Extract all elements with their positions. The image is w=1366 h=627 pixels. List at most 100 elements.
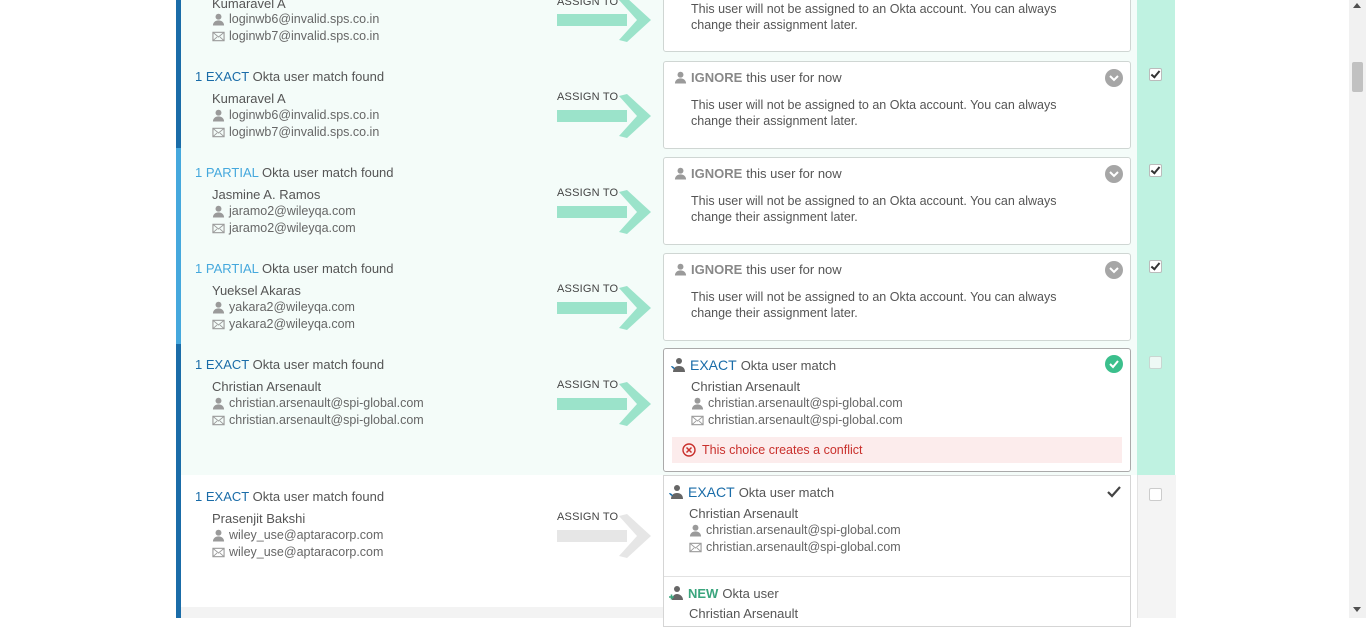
username-text: wiley_use@aptaracorp.com (229, 528, 384, 542)
ignore-description: This user will not be assigned to an Okt… (691, 98, 1057, 128)
envelope-icon (212, 318, 225, 331)
match-headline: 1 PARTIAL Okta user match found (195, 261, 394, 276)
ignore-keyword: IGNORE (691, 166, 743, 181)
username-text: yakara2@wileyqa.com (229, 300, 355, 314)
option-title: NEW Okta user (668, 585, 779, 601)
email-text: loginwb7@invalid.sps.co.in (229, 125, 380, 139)
match-headline: 1 EXACT Okta user match found (195, 357, 384, 372)
assignment-dropdown[interactable]: IGNORE this user for now This user will … (663, 61, 1131, 149)
match-type: EXACT (205, 357, 249, 372)
list-item: Kumaravel A loginwb6@invalid.sps.co.in l… (181, 0, 1141, 52)
arrow-right-icon (557, 94, 653, 138)
option-title-text: Okta user (722, 585, 779, 601)
assignment-dropdown-menu[interactable]: EXACT Okta user match Christian Arsenaul… (663, 475, 1131, 627)
email-line: loginwb7@invalid.sps.co.in (212, 125, 379, 139)
ignore-description: This user will not be assigned to an Okt… (691, 194, 1057, 224)
option-user-name: Christian Arsenault (689, 606, 799, 621)
match-count: 1 (195, 357, 203, 372)
match-suffix: Okta user match found (262, 165, 394, 180)
scroll-down-icon[interactable] (1353, 607, 1361, 612)
user-name: Yueksel Akaras (212, 283, 301, 298)
match-count: 1 (195, 489, 203, 504)
match-type: PARTIAL (205, 165, 259, 180)
dropdown-option-new[interactable]: NEW Okta user Christian Arsenault (664, 576, 1130, 626)
username-line: loginwb6@invalid.sps.co.in (212, 12, 379, 26)
card-email-text: christian.arsenault@spi-global.com (708, 413, 903, 427)
envelope-icon (212, 546, 225, 559)
user-name: Prasenjit Bakshi (212, 511, 306, 526)
assignment-dropdown[interactable]: This user will not be assigned to an Okt… (663, 0, 1131, 52)
match-type: EXACT (205, 489, 249, 504)
user-icon (689, 524, 702, 537)
username-text: christian.arsenault@spi-global.com (229, 396, 424, 410)
scroll-up-icon[interactable] (1353, 3, 1361, 8)
card-title: EXACT Okta user match (670, 357, 836, 373)
envelope-icon (212, 30, 225, 43)
user-icon (212, 109, 225, 122)
arrow-right-icon (557, 382, 653, 426)
email-text: yakara2@wileyqa.com (229, 317, 355, 331)
option-user-name: Christian Arsenault (689, 506, 799, 521)
option-title-text: Okta user match (738, 484, 835, 500)
arrow-right-icon (557, 514, 653, 558)
dropdown-option-exact[interactable]: EXACT Okta user match Christian Arsenaul… (664, 476, 1130, 577)
card-username-line: christian.arsenault@spi-global.com (691, 396, 903, 410)
match-suffix: Okta user match found (252, 357, 385, 372)
assign-checkbox[interactable] (1149, 164, 1162, 177)
user-icon (212, 301, 225, 314)
option-email-line: christian.arsenault@spi-global.com (689, 540, 901, 554)
okta-user-icon (671, 358, 685, 372)
match-count: 1 (195, 165, 203, 180)
email-text: jaramo2@wileyqa.com (229, 221, 356, 235)
user-icon (674, 263, 687, 276)
ignore-description: This user will not be assigned to an Okt… (691, 290, 1057, 320)
match-suffix: Okta user match found (262, 261, 394, 276)
username-line: christian.arsenault@spi-global.com (212, 396, 424, 410)
match-count: 1 (195, 69, 203, 84)
card-user-name: Christian Arsenault (691, 379, 801, 394)
match-type: PARTIAL (205, 261, 259, 276)
card-title-text: Okta user match (740, 357, 837, 373)
okta-user-icon (669, 485, 683, 499)
envelope-icon (691, 414, 704, 427)
email-text: wiley_use@aptaracorp.com (229, 545, 384, 559)
assignment-dropdown[interactable]: IGNORE this user for now This user will … (663, 253, 1131, 341)
chevron-down-icon[interactable] (1105, 261, 1123, 279)
assignment-dropdown[interactable]: IGNORE this user for now This user will … (663, 157, 1131, 245)
card-title-text: this user for now (746, 166, 842, 181)
user-icon (674, 167, 687, 180)
envelope-icon (212, 126, 225, 139)
match-suffix: Okta user match found (252, 69, 385, 84)
card-title-text: this user for now (746, 70, 842, 85)
assign-checkbox[interactable] (1149, 260, 1162, 273)
scrollbar-thumb[interactable] (1352, 62, 1363, 92)
card-username-text: christian.arsenault@spi-global.com (708, 396, 903, 410)
chevron-down-icon[interactable] (1105, 69, 1123, 87)
match-headline: 1 PARTIAL Okta user match found (195, 165, 394, 180)
ignore-keyword: IGNORE (691, 262, 743, 277)
option-email-text: christian.arsenault@spi-global.com (706, 540, 901, 554)
list-item: 1 EXACT Okta user match found Christian … (181, 348, 1141, 474)
card-title: IGNORE this user for now (674, 70, 842, 85)
list-item: 1 PARTIAL Okta user match found Yueksel … (181, 252, 1141, 348)
email-line: jaramo2@wileyqa.com (212, 221, 356, 235)
match-headline: 1 EXACT Okta user match found (195, 69, 384, 84)
assign-checkbox[interactable] (1149, 488, 1162, 501)
arrow-right-icon (557, 286, 653, 330)
match-headline: 1 EXACT Okta user match found (195, 489, 384, 504)
chevron-down-icon[interactable] (1105, 165, 1123, 183)
email-text: loginwb7@invalid.sps.co.in (229, 29, 380, 43)
card-title-text: this user for now (746, 262, 842, 277)
vertical-scrollbar[interactable] (1349, 0, 1366, 618)
user-name: Kumaravel A (212, 91, 286, 106)
username-text: jaramo2@wileyqa.com (229, 204, 356, 218)
exact-keyword: EXACT (688, 484, 735, 500)
assign-checkbox[interactable] (1149, 356, 1162, 369)
envelope-icon (689, 541, 702, 554)
card-title: IGNORE this user for now (674, 262, 842, 277)
assignment-dropdown[interactable]: EXACT Okta user match Christian Arsenaul… (663, 348, 1131, 472)
user-icon (212, 205, 225, 218)
ignore-description: This user will not be assigned to an Okt… (691, 2, 1057, 32)
user-icon (212, 13, 225, 26)
assign-checkbox[interactable] (1149, 68, 1162, 81)
